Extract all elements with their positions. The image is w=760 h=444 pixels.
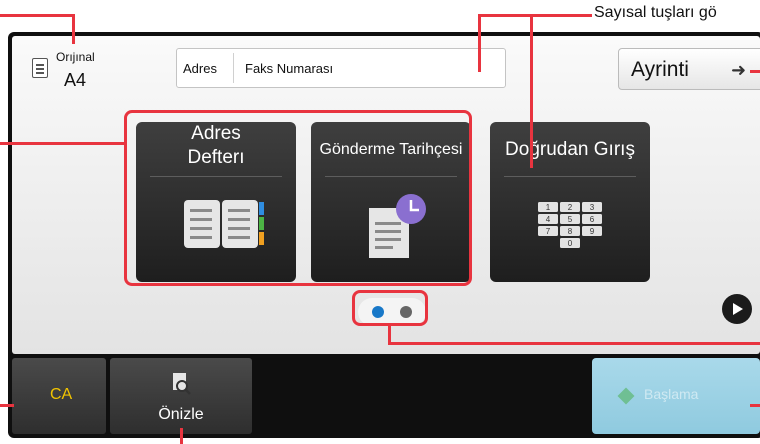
svg-text:0: 0 — [568, 239, 573, 248]
tile-divider — [504, 176, 636, 177]
address-label: Adres — [183, 61, 217, 76]
svg-text:7: 7 — [546, 227, 551, 236]
callout-line — [180, 428, 183, 444]
svg-text:6: 6 — [590, 215, 595, 224]
annotation-label: Sayısal tuşları gö — [594, 4, 717, 21]
original-label: Orıjınal — [56, 50, 95, 64]
callout-line — [72, 14, 75, 44]
detail-button-label: Ayrinti — [631, 58, 689, 81]
original-size-info[interactable]: Orıjınal A4 — [26, 44, 136, 94]
callout-line — [0, 14, 74, 17]
callout-tiles-box — [124, 110, 472, 286]
detail-button[interactable]: Ayrinti ➜ — [618, 48, 760, 90]
address-divider — [233, 53, 234, 83]
svg-text:4: 4 — [546, 215, 551, 224]
clear-all-label: CA — [50, 386, 73, 403]
callout-line — [0, 142, 126, 145]
callout-line — [480, 14, 592, 17]
preview-icon — [173, 373, 191, 395]
clear-all-button[interactable]: CA — [12, 358, 106, 434]
callout-line — [478, 14, 481, 72]
callout-line — [0, 404, 14, 407]
start-button[interactable]: Başlama — [592, 358, 760, 434]
direct-entry-title: Doğrudan Gırış — [505, 139, 635, 160]
callout-line — [388, 342, 760, 345]
preview-label: Önizle — [158, 406, 204, 423]
address-value: Faks Numarası — [245, 61, 334, 76]
document-icon — [32, 58, 48, 78]
next-page-button[interactable] — [722, 294, 752, 324]
svg-text:8: 8 — [568, 227, 573, 236]
arrow-right-icon: ➜ — [731, 60, 747, 80]
keypad-icon: 1 2 3 4 5 6 7 8 9 0 — [538, 202, 602, 248]
callout-line — [530, 14, 533, 168]
svg-text:1: 1 — [546, 203, 551, 212]
address-field[interactable]: Adres Faks Numarası — [176, 48, 506, 88]
svg-text:3: 3 — [590, 203, 595, 212]
callout-line — [750, 404, 760, 407]
preview-button[interactable]: Önizle — [110, 358, 252, 434]
svg-text:2: 2 — [568, 203, 573, 212]
svg-text:5: 5 — [568, 215, 573, 224]
svg-text:9: 9 — [590, 227, 595, 236]
start-icon — [617, 387, 635, 405]
original-value: A4 — [64, 70, 87, 90]
direct-entry-button[interactable]: Doğrudan Gırış 1 2 3 4 5 6 7 8 9 0 — [490, 122, 650, 282]
callout-dots-box — [352, 290, 428, 326]
start-label: Başlama — [644, 386, 699, 402]
callout-line — [750, 70, 760, 73]
